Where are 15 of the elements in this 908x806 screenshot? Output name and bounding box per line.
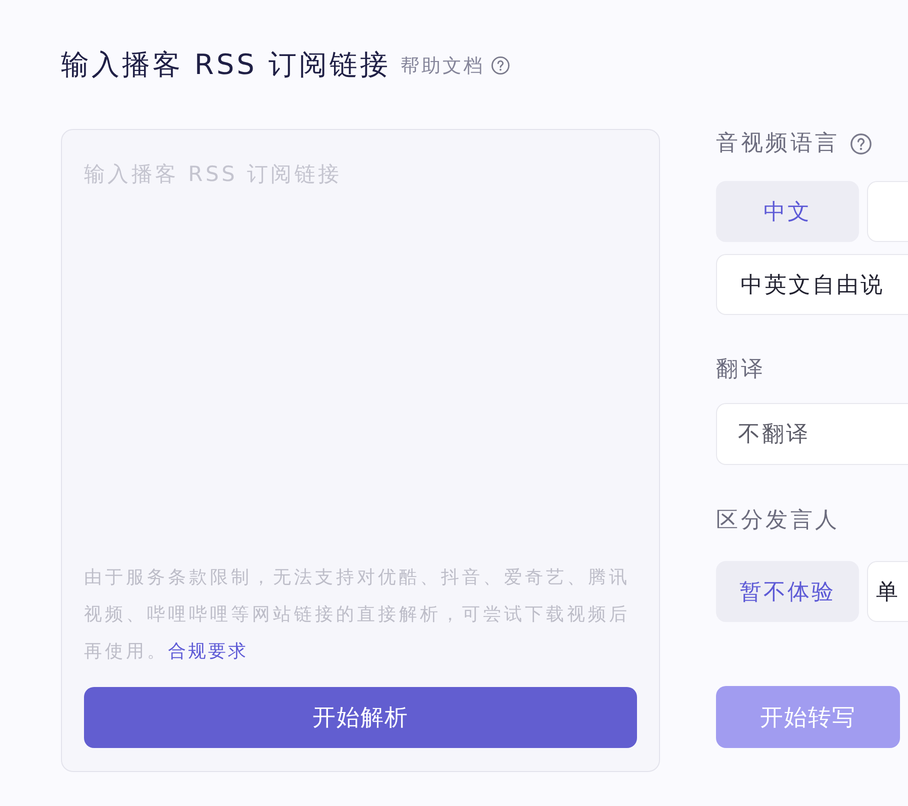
language-label: 音视频语言 xyxy=(716,130,840,158)
speaker-option[interactable]: 暂不体验 xyxy=(716,561,859,622)
help-icon[interactable] xyxy=(850,133,872,155)
help-link[interactable]: 帮助文档 xyxy=(400,53,484,79)
notice-text: 由于服务条款限制，无法支持对优酷、抖音、爱奇艺、腾讯视频、哔哩哔哩等网站链接的直接解析，可尝试下载视频后再使用。合规要求 xyxy=(84,566,631,664)
translation-select[interactable]: 不翻译 xyxy=(716,403,908,465)
page-title: 输入播客 RSS 订阅链接 xyxy=(61,47,390,83)
language-option[interactable]: 中文 xyxy=(716,181,859,242)
parse-button[interactable]: 开始解析 xyxy=(84,687,637,748)
help-icon[interactable] xyxy=(491,56,510,74)
speaker-option[interactable]: 单 xyxy=(867,561,908,622)
compliance-link[interactable]: 合规要求 xyxy=(168,641,248,662)
speaker-label: 区分发言人 xyxy=(716,507,840,535)
translation-label: 翻译 xyxy=(716,356,766,384)
language-option[interactable]: 中英文自由说 xyxy=(716,254,908,315)
